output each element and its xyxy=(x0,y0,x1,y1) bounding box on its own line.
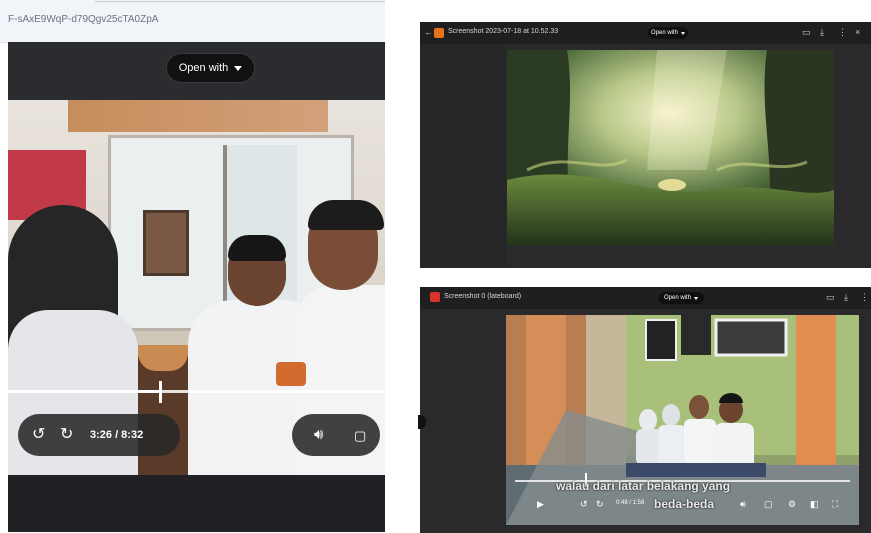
replay-10-icon[interactable]: ↺ xyxy=(580,500,588,509)
file-title: Screenshot 2023-07-18 at 10.52.33 xyxy=(448,28,559,35)
volume-icon[interactable]: 🔊︎ xyxy=(314,427,323,443)
download-icon[interactable]: ⤓ xyxy=(844,293,848,302)
scene-beam xyxy=(68,100,328,132)
video-progress-fill xyxy=(8,390,159,393)
chevron-down-icon xyxy=(234,65,243,71)
scene-bowl xyxy=(138,345,188,371)
forest-illustration xyxy=(507,50,834,246)
chevron-down-icon xyxy=(681,31,685,35)
viewer-sidebar xyxy=(420,44,506,268)
subtitle-line-2: beda-beda xyxy=(654,497,715,511)
time-display: 0:48 / 1:58 xyxy=(616,500,645,506)
captions-icon[interactable]: ▢ xyxy=(354,428,366,444)
forward-10-icon[interactable]: ↻ xyxy=(596,500,604,509)
time-display: 3:26 / 8:32 xyxy=(90,429,144,441)
scene-poster xyxy=(143,210,189,276)
forest-image[interactable] xyxy=(507,50,834,246)
image-file-icon xyxy=(434,28,444,38)
more-icon[interactable]: ⋮ xyxy=(860,293,869,302)
video-file-icon xyxy=(430,292,440,302)
open-with-button[interactable]: Open with xyxy=(658,292,704,304)
scene-cup xyxy=(276,362,306,386)
scene-person-3-hair xyxy=(308,200,384,230)
subtitle-line-1: walau dari latar belakang yang xyxy=(556,479,731,493)
open-with-label: Open with xyxy=(663,295,691,301)
video-progress-handle[interactable] xyxy=(159,381,162,403)
divider xyxy=(95,1,385,2)
captions-icon[interactable]: ▢ xyxy=(764,500,773,509)
school-corridor-scene xyxy=(506,315,859,525)
open-with-label: Open with xyxy=(178,62,229,74)
more-icon[interactable]: ⋮ xyxy=(838,28,847,37)
open-with-button[interactable]: Open with xyxy=(167,54,254,82)
volume-controls xyxy=(292,414,380,456)
download-icon[interactable]: ⤓ xyxy=(820,28,824,37)
chevron-down-icon xyxy=(694,296,698,300)
forward-10-icon[interactable]: ↻ xyxy=(60,427,73,443)
url-text: F-sAxE9WqP-d79Qgv25cTA0ZpA xyxy=(8,14,159,25)
file-title: Screenshot 0 (lateboard) xyxy=(444,293,522,300)
open-with-button[interactable]: Open with xyxy=(648,27,688,39)
replay-10-icon[interactable]: ↺ xyxy=(32,427,45,443)
open-with-label: Open with xyxy=(650,30,678,36)
close-icon[interactable]: × xyxy=(855,28,860,37)
play-icon[interactable]: ▶ xyxy=(537,500,544,509)
video-frame[interactable] xyxy=(506,315,859,525)
fullscreen-icon[interactable]: ⛶ xyxy=(832,500,838,509)
pip-icon[interactable]: ◧ xyxy=(810,500,819,509)
settings-icon[interactable]: ⚙ xyxy=(788,500,796,509)
print-icon[interactable]: ▭ xyxy=(802,28,811,37)
scene-person-2-hair xyxy=(228,235,286,261)
back-arrow-icon[interactable]: ← xyxy=(424,28,433,37)
volume-icon[interactable]: 🔊︎ xyxy=(740,500,746,509)
print-icon[interactable]: ▭ xyxy=(826,293,835,302)
